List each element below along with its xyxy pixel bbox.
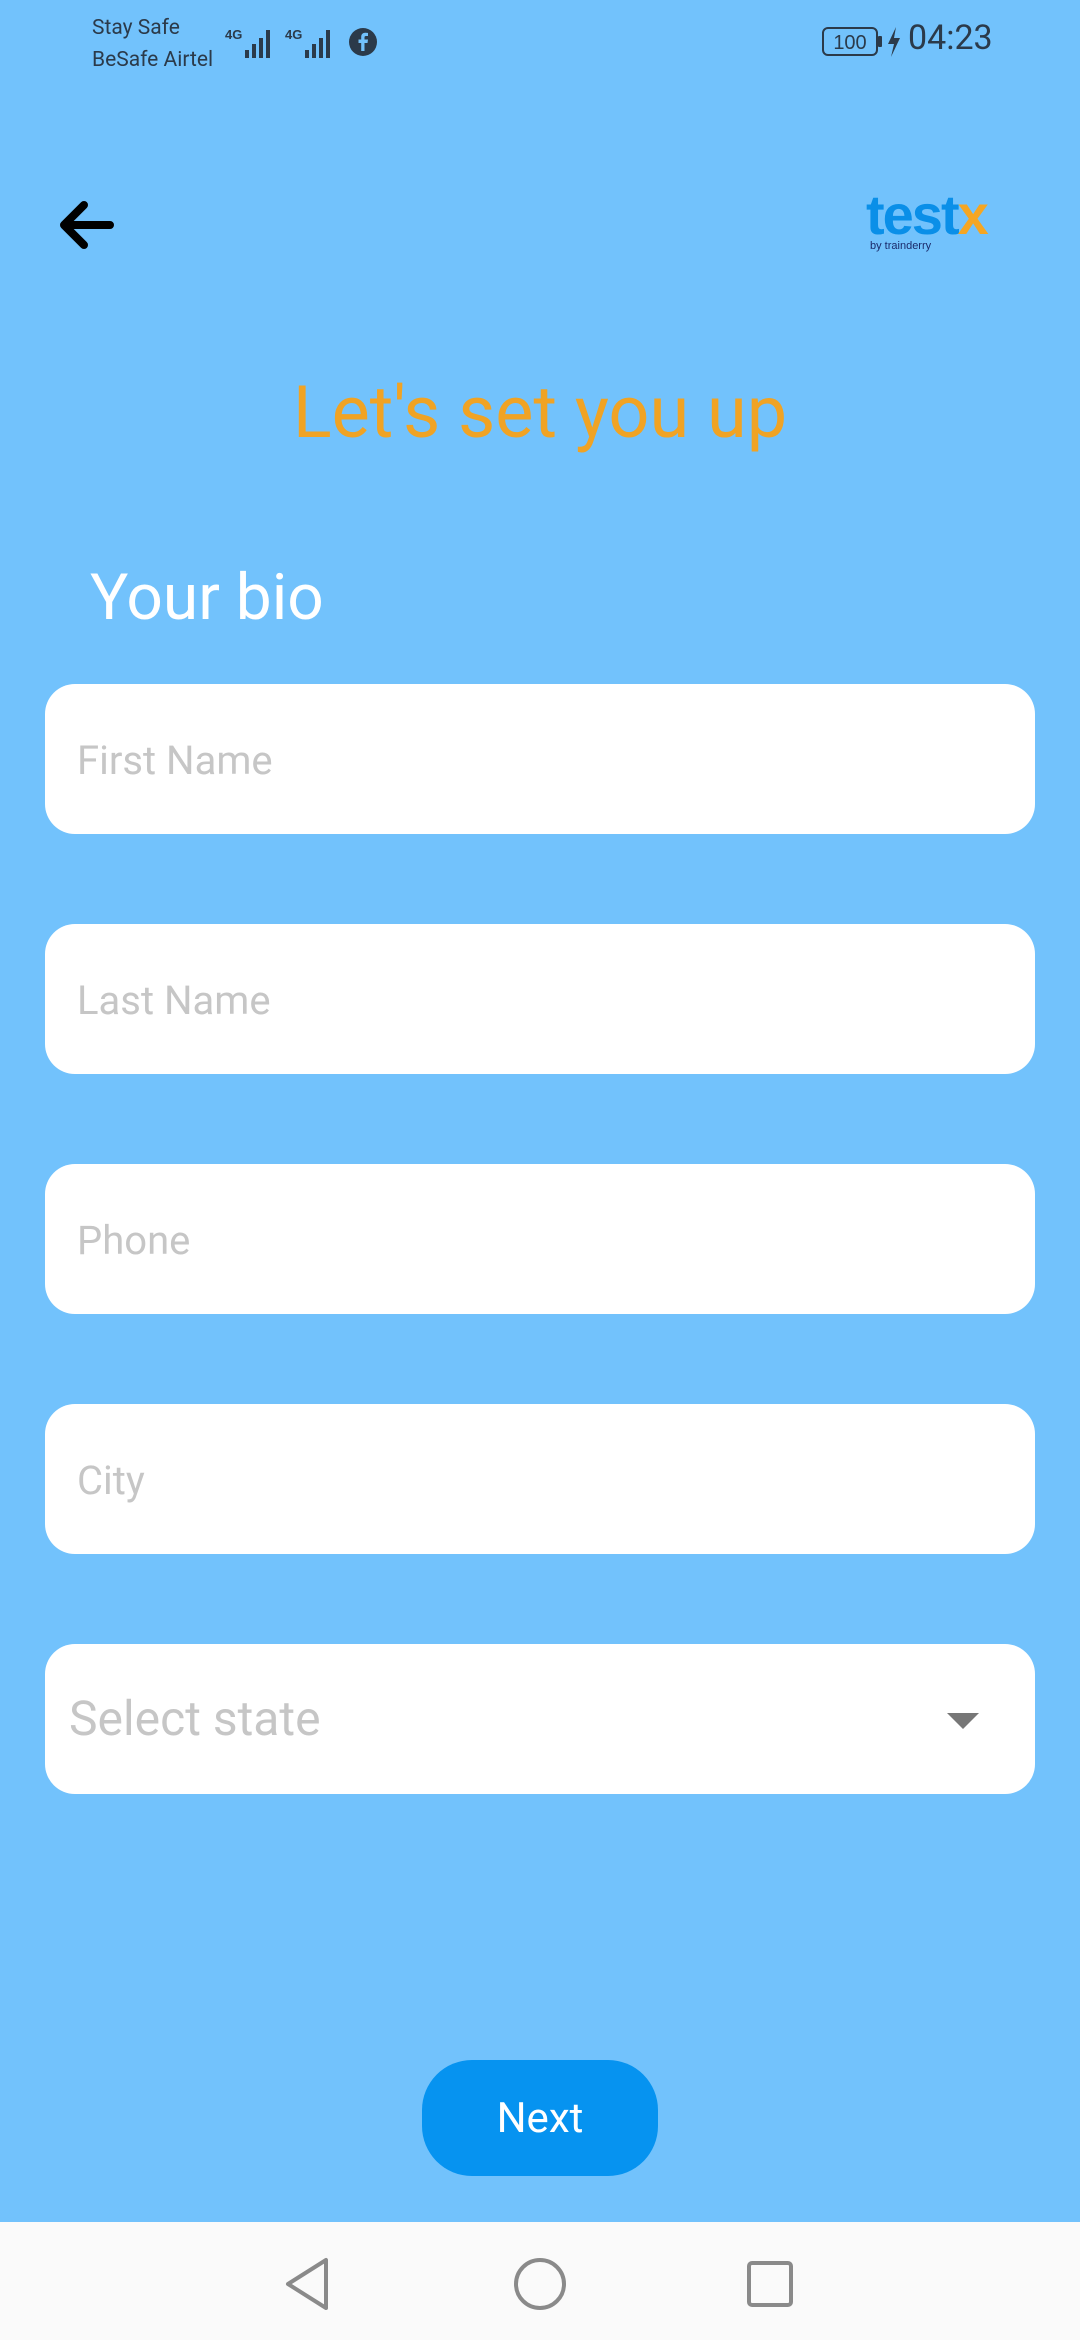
carrier-info: Stay Safe BeSafe Airtel: [92, 12, 213, 76]
arrow-left-icon: [60, 201, 114, 249]
logo-graphic: testx by trainderry: [866, 183, 991, 252]
last-name-field[interactable]: [45, 924, 1035, 1076]
testx-logo: testx by trainderry: [866, 183, 996, 256]
logo-text-main: test: [866, 186, 959, 246]
nav-back-button[interactable]: [279, 2254, 339, 2314]
logo-subtitle: by trainderry: [870, 240, 932, 252]
square-recents-icon: [747, 2261, 793, 2307]
carrier-line-1: Stay Safe: [92, 16, 180, 40]
nav-home-button[interactable]: [510, 2254, 570, 2314]
network-type-1: 4G: [225, 27, 242, 42]
clock: 04:23: [908, 18, 993, 58]
battery-icon: 100: [822, 27, 882, 56]
first-name-field[interactable]: [45, 684, 1035, 836]
phone-input[interactable]: [75, 1164, 1009, 1316]
next-button[interactable]: Next: [422, 2060, 658, 2176]
carrier-line-2: BeSafe Airtel: [92, 48, 214, 72]
network-type-2: 4G: [285, 27, 302, 42]
back-button[interactable]: [52, 190, 122, 260]
city-field[interactable]: [45, 1404, 1035, 1556]
phone-field[interactable]: [45, 1164, 1035, 1316]
section-label: Your bio: [90, 560, 324, 635]
battery-level: 100: [833, 32, 866, 54]
status-bar: Stay Safe BeSafe Airtel 4G 4G 100 04:23: [0, 0, 1080, 86]
nav-recents-button[interactable]: [740, 2254, 800, 2314]
system-nav-bar: [0, 2222, 1080, 2340]
first-name-input[interactable]: [75, 684, 1009, 836]
last-name-input[interactable]: [75, 924, 1009, 1076]
chevron-down-icon: [947, 1713, 979, 1729]
signal-icon-2: 4G: [285, 27, 330, 58]
logo-text-accent: x: [958, 186, 989, 246]
charging-icon: [888, 27, 900, 57]
triangle-back-icon: [286, 2258, 328, 2310]
svg-text:testx: testx: [866, 186, 989, 246]
state-select[interactable]: Select state: [45, 1644, 1035, 1794]
facebook-icon: [349, 28, 377, 56]
page-title: Let's set you up: [292, 370, 788, 455]
state-select-placeholder: Select state: [69, 1690, 321, 1747]
city-input[interactable]: [75, 1404, 1009, 1556]
circle-home-icon: [514, 2258, 566, 2310]
signal-icon: 4G: [225, 27, 270, 58]
